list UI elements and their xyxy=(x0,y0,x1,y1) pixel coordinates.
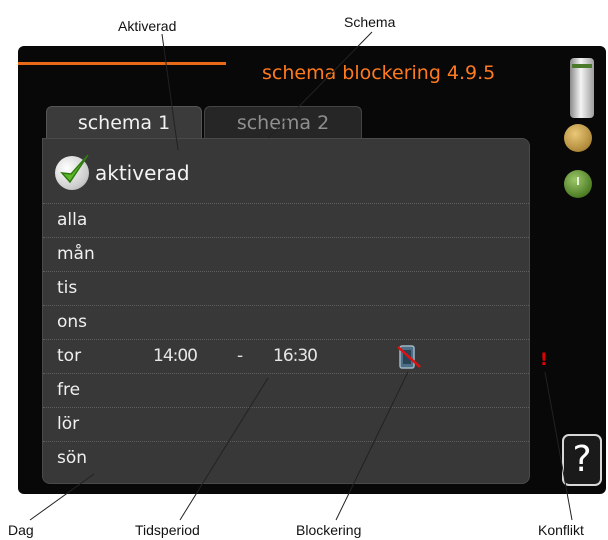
period-separator: - xyxy=(237,346,244,366)
day-label: tis xyxy=(57,278,78,298)
callout-tidsperiod: Tidsperiod xyxy=(135,522,200,538)
callout-schema: Schema xyxy=(344,14,396,30)
day-label: mån xyxy=(57,244,95,264)
help-icon[interactable]: ? xyxy=(562,434,602,486)
day-row-man[interactable]: mån xyxy=(43,237,529,271)
tab-schema-1[interactable]: schema 1 xyxy=(46,106,202,138)
callout-blockering: Blockering xyxy=(296,522,362,538)
day-row-son[interactable]: sön xyxy=(43,441,529,475)
clock-icon xyxy=(564,170,592,198)
day-label: ons xyxy=(57,312,88,332)
day-label: lör xyxy=(57,414,80,434)
day-row-tis[interactable]: tis xyxy=(43,271,529,305)
callout-konflikt: Konflikt xyxy=(538,522,584,538)
day-label: alla xyxy=(57,210,88,230)
day-list: alla mån tis ons tor 14:00 - 16:30 fre l… xyxy=(43,203,529,475)
day-label: tor xyxy=(57,346,82,366)
device-screen: schema blockering 4.9.5 schema 1 schema … xyxy=(18,46,606,494)
callout-dag: Dag xyxy=(8,522,34,538)
compressor-blocked-icon[interactable] xyxy=(397,345,421,369)
period-start-time[interactable]: 14:00 xyxy=(153,346,198,366)
day-row-fre[interactable]: fre xyxy=(43,373,529,407)
day-row-tor[interactable]: tor 14:00 - 16:30 xyxy=(43,339,529,373)
callout-aktiverad: Aktiverad xyxy=(118,18,177,34)
green-check-icon xyxy=(55,154,89,190)
activated-checkbox[interactable]: aktiverad xyxy=(55,153,190,193)
schedule-panel: aktiverad alla mån tis ons tor 14:00 - 1… xyxy=(42,138,530,484)
screen-title: schema blockering 4.9.5 xyxy=(262,62,496,84)
day-row-alla[interactable]: alla xyxy=(43,203,529,237)
face-icon xyxy=(564,124,592,152)
activated-label: aktiverad xyxy=(95,161,190,185)
day-row-lor[interactable]: lör xyxy=(43,407,529,441)
conflict-marker: ! xyxy=(540,350,548,370)
day-label: sön xyxy=(57,448,88,468)
tab-schema-2[interactable]: schema 2 xyxy=(204,106,362,138)
header-accent-line xyxy=(18,62,226,65)
day-row-ons[interactable]: ons xyxy=(43,305,529,339)
battery-icon xyxy=(570,58,594,118)
period-end-time[interactable]: 16:30 xyxy=(273,346,318,366)
day-label: fre xyxy=(57,380,81,400)
